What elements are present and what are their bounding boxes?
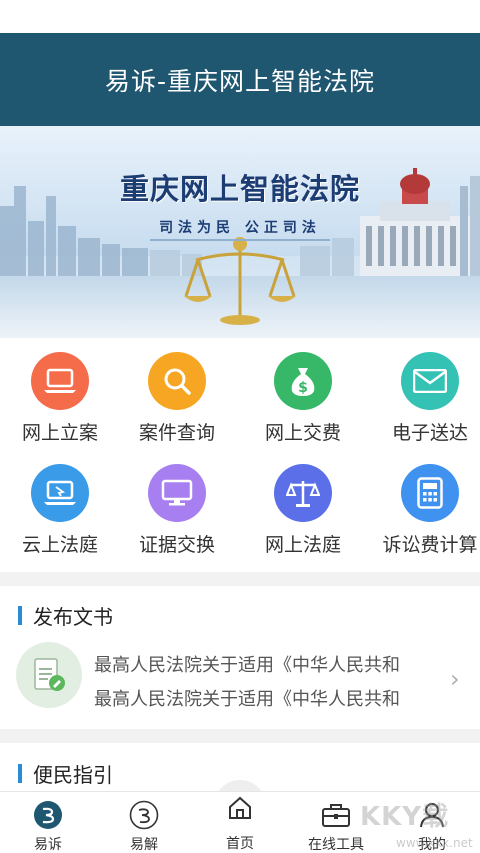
tab-label: 首页 xyxy=(226,836,254,852)
service-label: 网上交费 xyxy=(264,422,341,444)
service-fee-calculator[interactable]: 诉讼费计算 xyxy=(370,450,480,562)
document-edit-icon xyxy=(16,642,82,708)
app-title: 易诉-重庆网上智能法院 xyxy=(104,66,376,96)
guide-heading: 便民指引 xyxy=(18,759,113,788)
heading-accent-bar xyxy=(18,606,22,625)
status-bar xyxy=(0,0,480,33)
tab-yijie[interactable]: 易解 xyxy=(96,792,192,853)
service-label: 网上法庭 xyxy=(264,534,341,556)
service-label: 云上法庭 xyxy=(21,534,98,556)
money-bag-icon: $ xyxy=(274,352,332,410)
service-grid: 网上立案 案件查询 $ 网上交费 电子送达 云上法庭 证据交换 网上法庭 诉讼费… xyxy=(0,338,480,572)
yijie-logo-icon xyxy=(128,799,160,830)
document-item[interactable]: 最高人民法院关于适用《中华人民共和 xyxy=(94,651,439,677)
service-label: 网上立案 xyxy=(21,422,98,444)
service-online-filing[interactable]: 网上立案 xyxy=(0,338,120,450)
home-icon xyxy=(224,792,256,824)
tab-label: 在线工具 xyxy=(308,837,364,853)
svg-text:$: $ xyxy=(298,380,308,396)
guide-heading-text: 便民指引 xyxy=(33,763,113,787)
watermark-logo: KKY载 xyxy=(360,802,450,832)
yisu-logo-icon xyxy=(32,799,64,830)
tab-yisu[interactable]: 易诉 xyxy=(0,792,96,853)
cloud-laptop-icon xyxy=(31,464,89,522)
service-label: 案件查询 xyxy=(138,422,215,444)
tab-label: 易解 xyxy=(130,837,158,853)
tab-label: 易诉 xyxy=(34,837,62,853)
banner-slogan: 司法为民 公正司法 xyxy=(159,220,321,236)
service-case-query[interactable]: 案件查询 xyxy=(117,338,237,450)
documents-heading-text: 发布文书 xyxy=(33,605,113,629)
service-online-payment[interactable]: $ 网上交费 xyxy=(243,338,363,450)
documents-heading: 发布文书 xyxy=(18,601,113,630)
banner-divider xyxy=(150,239,330,241)
monitor-icon xyxy=(148,464,206,522)
document-item[interactable]: 最高人民法院关于适用《中华人民共和 xyxy=(94,685,439,711)
watermark-url: www.kkx.net xyxy=(396,836,473,850)
search-icon xyxy=(148,352,206,410)
toolbox-icon xyxy=(320,799,352,830)
tab-home[interactable]: 首页 xyxy=(192,792,288,853)
app-header: 易诉-重庆网上智能法院 xyxy=(0,33,480,126)
banner-title: 重庆网上智能法院 xyxy=(119,172,360,206)
laptop-icon xyxy=(31,352,89,410)
service-online-court[interactable]: 网上法庭 xyxy=(243,450,363,562)
service-evidence-exchange[interactable]: 证据交换 xyxy=(117,450,237,562)
service-label: 证据交换 xyxy=(138,534,215,556)
calculator-icon xyxy=(401,464,459,522)
scales-icon xyxy=(274,464,332,522)
service-label: 电子送达 xyxy=(391,422,468,444)
service-label: 诉讼费计算 xyxy=(382,534,478,556)
envelope-icon xyxy=(401,352,459,410)
service-e-delivery[interactable]: 电子送达 xyxy=(370,338,480,450)
banner[interactable]: 重庆网上智能法院 司法为民 公正司法 xyxy=(0,126,480,338)
heading-accent-bar xyxy=(18,764,22,783)
chevron-right-icon[interactable]: › xyxy=(450,665,460,693)
service-cloud-court[interactable]: 云上法庭 xyxy=(0,450,120,562)
